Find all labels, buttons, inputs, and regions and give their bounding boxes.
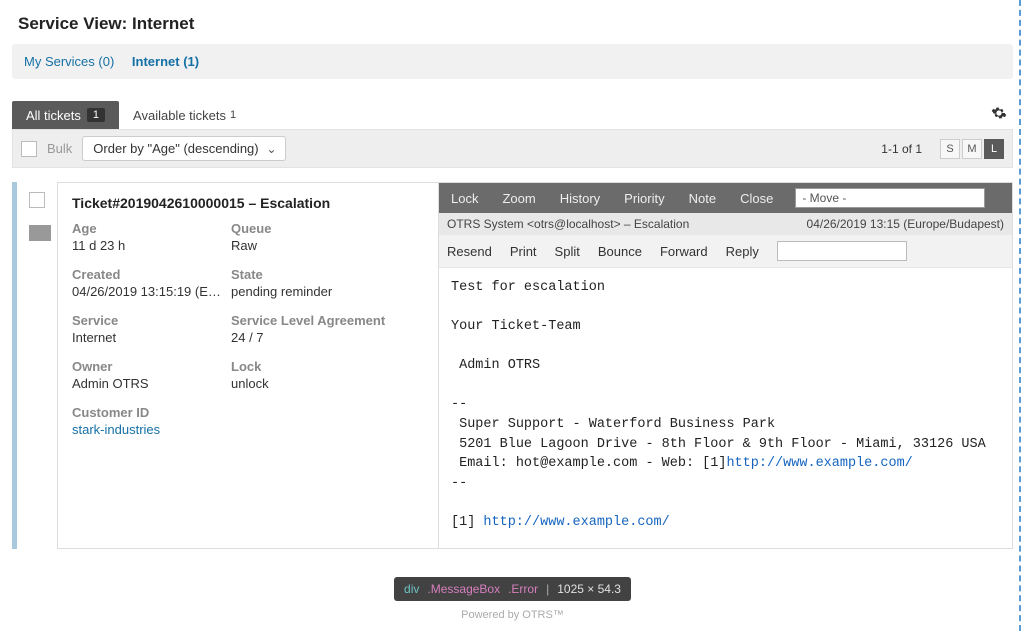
value-lock: unlock (231, 376, 391, 391)
orderby-dropdown[interactable]: Order by "Age" (descending) ⌄ (82, 136, 285, 161)
tab-available-tickets[interactable]: Available tickets 1 (119, 101, 250, 129)
orderby-label: Order by "Age" (descending) (93, 141, 258, 156)
tab-all-tickets[interactable]: All tickets 1 (12, 101, 119, 129)
label-sla: Service Level Agreement (231, 313, 424, 328)
action-close[interactable]: Close (728, 191, 785, 206)
value-customer-id[interactable]: stark-industries (72, 422, 227, 437)
label-service: Service (72, 313, 227, 328)
value-owner: Admin OTRS (72, 376, 227, 391)
devtools-class1: .MessageBox (427, 582, 500, 596)
value-state: pending reminder (231, 284, 391, 299)
label-age: Age (72, 221, 227, 236)
tab-count: 1 (87, 108, 105, 122)
mail-body-text2: -- [1] (451, 476, 483, 530)
mail-forward[interactable]: Forward (660, 244, 708, 259)
label-customer-id: Customer ID (72, 405, 227, 420)
action-note[interactable]: Note (677, 191, 728, 206)
view-size-s[interactable]: S (940, 139, 960, 159)
value-sla: 24 / 7 (231, 330, 391, 345)
page-title: Service View: Internet (0, 0, 1025, 44)
action-history[interactable]: History (548, 191, 612, 206)
devtools-class2: .Error (508, 582, 538, 596)
action-priority[interactable]: Priority (612, 191, 676, 206)
mail-resend[interactable]: Resend (447, 244, 492, 259)
mail-bounce[interactable]: Bounce (598, 244, 642, 259)
ticket-title[interactable]: Ticket#2019042610000015 – Escalation (72, 195, 424, 211)
mail-body-link2[interactable]: http://www.example.com/ (483, 515, 669, 530)
mail-date: 04/26/2019 13:15 (Europe/Budapest) (807, 217, 1004, 231)
gear-icon[interactable] (985, 105, 1013, 126)
mail-from: OTRS System <otrs@localhost> – Escalatio… (447, 217, 807, 231)
pager-text: 1-1 of 1 (881, 142, 922, 156)
devtools-element-tag: div (404, 582, 419, 596)
ticket-checkbox[interactable] (29, 192, 45, 208)
mail-reply-label: Reply (726, 244, 759, 259)
select-all-checkbox[interactable] (21, 141, 37, 157)
filter-my-services[interactable]: My Services (0) (24, 54, 114, 69)
move-dropdown[interactable]: - Move - (795, 188, 985, 208)
label-state: State (231, 267, 424, 282)
service-filter-bar: My Services (0) Internet (1) (12, 44, 1013, 79)
mail-print[interactable]: Print (510, 244, 537, 259)
value-service: Internet (72, 330, 227, 345)
mail-body: Test for escalation Your Ticket-Team Adm… (439, 268, 1012, 548)
view-size-l[interactable]: L (984, 139, 1004, 159)
ticket-flag-icon[interactable] (29, 225, 51, 241)
tab-count: 1 (230, 109, 236, 121)
mail-split[interactable]: Split (555, 244, 580, 259)
powered-by: Powered by OTRS™ (0, 605, 1025, 631)
action-zoom[interactable]: Zoom (490, 191, 547, 206)
value-age: 11 d 23 h (72, 238, 227, 253)
chevron-down-icon: ⌄ (267, 142, 277, 156)
label-queue: Queue (231, 221, 424, 236)
value-queue: Raw (231, 238, 391, 253)
view-size-m[interactable]: M (962, 139, 982, 159)
ticket-actions-bar: Lock Zoom History Priority Note Close - … (439, 183, 1012, 213)
action-lock[interactable]: Lock (439, 191, 490, 206)
mail-body-link[interactable]: http://www.example.com/ (726, 456, 912, 471)
label-owner: Owner (72, 359, 227, 374)
filter-internet[interactable]: Internet (1) (132, 54, 199, 69)
devtools-hover-badge: div.MessageBox.Error | 1025 × 54.3 (394, 577, 631, 601)
list-toolbar: Bulk Order by "Age" (descending) ⌄ 1-1 o… (12, 129, 1013, 168)
bulk-label: Bulk (47, 141, 72, 156)
mail-body-text: Test for escalation Your Ticket-Team Adm… (451, 280, 986, 471)
tab-label: Available tickets (133, 108, 226, 123)
devtools-dimensions: 1025 × 54.3 (557, 582, 621, 596)
reply-select[interactable] (777, 241, 907, 261)
tab-label: All tickets (26, 108, 81, 123)
value-created: 04/26/2019 13:15:19 (Eur... (72, 284, 227, 299)
label-lock: Lock (231, 359, 424, 374)
label-created: Created (72, 267, 227, 282)
